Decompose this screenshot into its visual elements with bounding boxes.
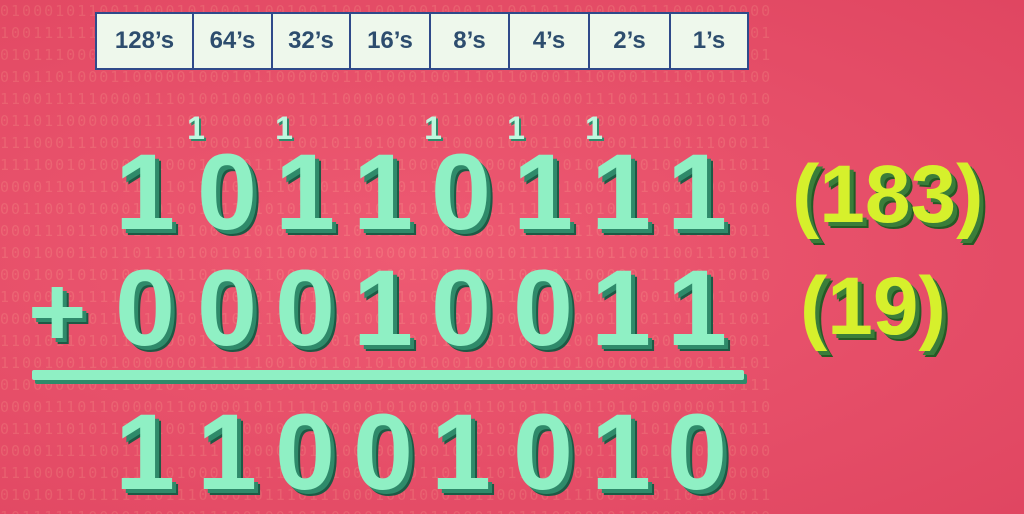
sum-line-divider	[32, 370, 744, 380]
place-value-16: 16’s	[351, 14, 431, 68]
place-value-8: 8’s	[431, 14, 510, 68]
addend-digit: 0	[512, 247, 574, 368]
top-number-digit: 0	[196, 131, 258, 252]
place-value-32: 32’s	[273, 14, 351, 68]
addend-digit: 1	[590, 247, 652, 368]
addend-digit: 0	[274, 247, 336, 368]
top-number-decimal: (183)	[792, 149, 984, 240]
top-number-digit: 1	[352, 131, 414, 252]
top-number-digit: 1	[666, 131, 728, 252]
addend-digit: 0	[114, 247, 176, 368]
top-number-digit: 1	[114, 131, 176, 252]
addend-digit: 1	[666, 247, 728, 368]
result-digit: 1	[196, 391, 258, 512]
top-number-digit: 1	[274, 131, 336, 252]
result-digit: 0	[512, 391, 574, 512]
addend-digit: 1	[352, 247, 414, 368]
top-number-digit: 1	[512, 131, 574, 252]
place-value-2: 2’s	[590, 14, 671, 68]
place-value-1: 1’s	[692, 27, 726, 54]
addend-decimal: (19)	[800, 261, 946, 352]
top-number-digit: 1	[590, 131, 652, 252]
plus-sign: +	[28, 256, 87, 368]
addend-digit: 0	[430, 247, 492, 368]
place-value-4: 4’s	[510, 14, 590, 68]
place-value-header: 128’s 64’s 32’s 16’s 8’s 4’s 2’s 1’s	[95, 12, 749, 70]
result-digit: 1	[430, 391, 492, 512]
top-number-digit: 0	[430, 131, 492, 252]
addend-digit: 0	[196, 247, 258, 368]
place-value-128: 128’s	[97, 14, 194, 68]
result-digit: 1	[114, 391, 176, 512]
result-digit: 1	[590, 391, 652, 512]
result-digit: 0	[352, 391, 414, 512]
place-value-64: 64’s	[194, 14, 273, 68]
result-digit: 0	[666, 391, 728, 512]
result-digit: 0	[274, 391, 336, 512]
